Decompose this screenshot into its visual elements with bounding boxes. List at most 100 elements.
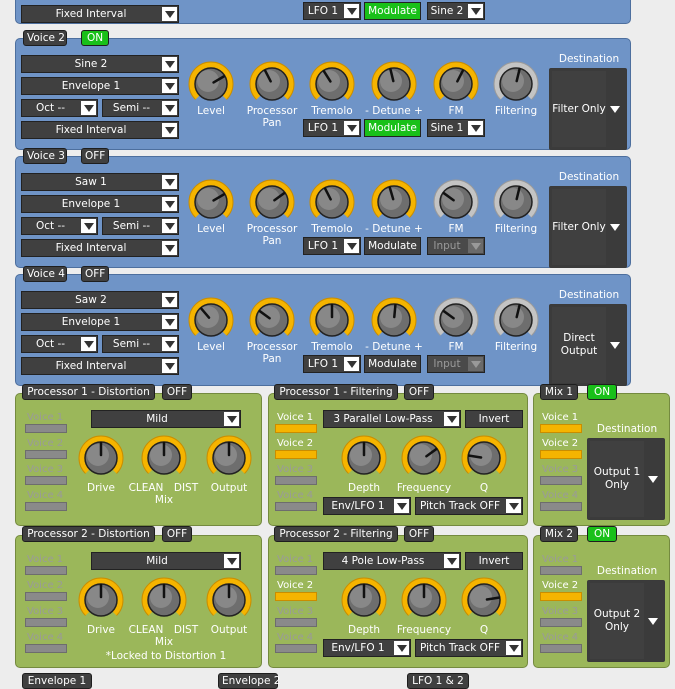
distortion-2-power-toggle[interactable]: OFF <box>162 526 192 542</box>
mix-voice-2[interactable]: Voice 2 <box>540 580 582 604</box>
distortion-voice-3[interactable]: Voice 3 <box>25 464 67 488</box>
invert-button[interactable]: Invert <box>465 552 523 570</box>
invert-button[interactable]: Invert <box>465 410 523 428</box>
mix-voice-4[interactable]: Voice 4 <box>540 490 582 514</box>
envelope-select[interactable]: Envelope 1 <box>21 313 179 331</box>
drive-knob[interactable] <box>77 576 125 624</box>
env-lfo-select[interactable]: Env/LFO 1 <box>323 497 411 515</box>
filter-voice-4[interactable]: Voice 4 <box>275 632 317 656</box>
fm-knob[interactable] <box>432 178 480 226</box>
interval-select[interactable]: Fixed Interval <box>21 5 179 23</box>
drive-knob[interactable] <box>77 434 125 482</box>
mix-destination-select[interactable]: Destination Output 2 Only <box>587 565 665 662</box>
filtering-1-power-toggle[interactable]: OFF <box>404 384 434 400</box>
tremolo-knob[interactable] <box>308 60 356 108</box>
fm-source-select[interactable]: Input <box>427 355 485 373</box>
modulate-button[interactable]: Modulate <box>364 119 421 137</box>
mix-voice-3[interactable]: Voice 3 <box>540 606 582 630</box>
lfo-select[interactable]: LFO 1 <box>303 355 361 373</box>
destination-select[interactable]: Destination Filter Only <box>549 53 627 150</box>
filter-mode-select[interactable]: 4 Pole Low-Pass <box>323 552 461 570</box>
semitone-select[interactable]: Semi -- <box>102 99 179 117</box>
waveform-select[interactable]: Saw 2 <box>21 291 179 309</box>
fm-source-select[interactable]: Sine 1 <box>427 119 485 137</box>
mix-voice-2[interactable]: Voice 2 <box>540 438 582 462</box>
mix-1-power-toggle[interactable]: ON <box>587 384 617 400</box>
pitch-track-select[interactable]: Pitch Track OFF <box>415 639 523 657</box>
distortion-voice-2[interactable]: Voice 2 <box>25 438 67 462</box>
octave-select[interactable]: Oct -- <box>21 217 98 235</box>
output-knob[interactable] <box>205 576 253 624</box>
distortion-1-power-toggle[interactable]: OFF <box>162 384 192 400</box>
interval-select[interactable]: Fixed Interval <box>21 239 179 257</box>
fm-source-select[interactable]: Input <box>427 237 485 255</box>
pan-knob[interactable] <box>248 296 296 344</box>
detune-knob[interactable] <box>370 60 418 108</box>
mix-knob[interactable] <box>140 576 188 624</box>
tremolo-knob[interactable] <box>308 296 356 344</box>
filter-voice-3[interactable]: Voice 3 <box>275 464 317 488</box>
destination-select[interactable]: Destination Filter Only <box>549 171 627 268</box>
depth-knob[interactable] <box>340 576 388 624</box>
filter-voice-2[interactable]: Voice 2 <box>275 438 317 462</box>
modulate-button[interactable]: Modulate <box>364 237 421 255</box>
filter-voice-1[interactable]: Voice 1 <box>275 554 317 578</box>
q-knob[interactable] <box>460 434 508 482</box>
frequency-knob[interactable] <box>400 576 448 624</box>
envelope-select[interactable]: Envelope 1 <box>21 77 179 95</box>
filter-mode-select[interactable]: 3 Parallel Low-Pass <box>323 410 461 428</box>
distortion-voice-1[interactable]: Voice 1 <box>25 412 67 436</box>
filtering-2-power-toggle[interactable]: OFF <box>404 526 434 542</box>
lfo-select[interactable]: LFO 1 <box>303 2 361 20</box>
pitch-track-select[interactable]: Pitch Track OFF <box>415 497 523 515</box>
envelope-select[interactable]: Envelope 1 <box>21 195 179 213</box>
output-knob[interactable] <box>205 434 253 482</box>
fm-knob[interactable] <box>432 60 480 108</box>
distortion-voice-4[interactable]: Voice 4 <box>25 490 67 514</box>
level-knob[interactable] <box>187 60 235 108</box>
mix-voice-3[interactable]: Voice 3 <box>540 464 582 488</box>
octave-select[interactable]: Oct -- <box>21 335 98 353</box>
modulate-button[interactable]: Modulate <box>364 355 421 373</box>
semitone-select[interactable]: Semi -- <box>102 217 179 235</box>
destination-select[interactable]: Destination Direct Output <box>549 289 627 386</box>
mix-knob[interactable] <box>140 434 188 482</box>
interval-select[interactable]: Fixed Interval <box>21 121 179 139</box>
filtering-knob[interactable] <box>492 60 540 108</box>
filter-voice-3[interactable]: Voice 3 <box>275 606 317 630</box>
level-knob[interactable] <box>187 296 235 344</box>
q-knob[interactable] <box>460 576 508 624</box>
distortion-mode-select[interactable]: Mild <box>91 410 241 428</box>
pan-knob[interactable] <box>248 178 296 226</box>
waveform-select[interactable]: Saw 1 <box>21 173 179 191</box>
frequency-knob[interactable] <box>400 434 448 482</box>
pan-knob[interactable] <box>248 60 296 108</box>
detune-knob[interactable] <box>370 296 418 344</box>
tremolo-knob[interactable] <box>308 178 356 226</box>
distortion-voice-3[interactable]: Voice 3 <box>25 606 67 630</box>
voice-4-power-toggle[interactable]: OFF <box>81 266 109 282</box>
fm-knob[interactable] <box>432 296 480 344</box>
detune-knob[interactable] <box>370 178 418 226</box>
modulate-button[interactable]: Modulate <box>364 2 421 20</box>
distortion-voice-2[interactable]: Voice 2 <box>25 580 67 604</box>
distortion-mode-select[interactable]: Mild <box>91 552 241 570</box>
lfo-select[interactable]: LFO 1 <box>303 119 361 137</box>
filter-voice-4[interactable]: Voice 4 <box>275 490 317 514</box>
fm-source-select[interactable]: Sine 2 <box>427 2 485 20</box>
mix-voice-4[interactable]: Voice 4 <box>540 632 582 656</box>
mix-2-power-toggle[interactable]: ON <box>587 526 617 542</box>
lfo-select[interactable]: LFO 1 <box>303 237 361 255</box>
distortion-voice-4[interactable]: Voice 4 <box>25 632 67 656</box>
octave-select[interactable]: Oct -- <box>21 99 98 117</box>
env-lfo-select[interactable]: Env/LFO 1 <box>323 639 411 657</box>
voice-3-power-toggle[interactable]: OFF <box>81 148 109 164</box>
voice-2-power-toggle[interactable]: ON <box>81 30 109 46</box>
filtering-knob[interactable] <box>492 178 540 226</box>
level-knob[interactable] <box>187 178 235 226</box>
mix-voice-1[interactable]: Voice 1 <box>540 412 582 436</box>
depth-knob[interactable] <box>340 434 388 482</box>
mix-voice-1[interactable]: Voice 1 <box>540 554 582 578</box>
interval-select[interactable]: Fixed Interval <box>21 357 179 375</box>
filtering-knob[interactable] <box>492 296 540 344</box>
